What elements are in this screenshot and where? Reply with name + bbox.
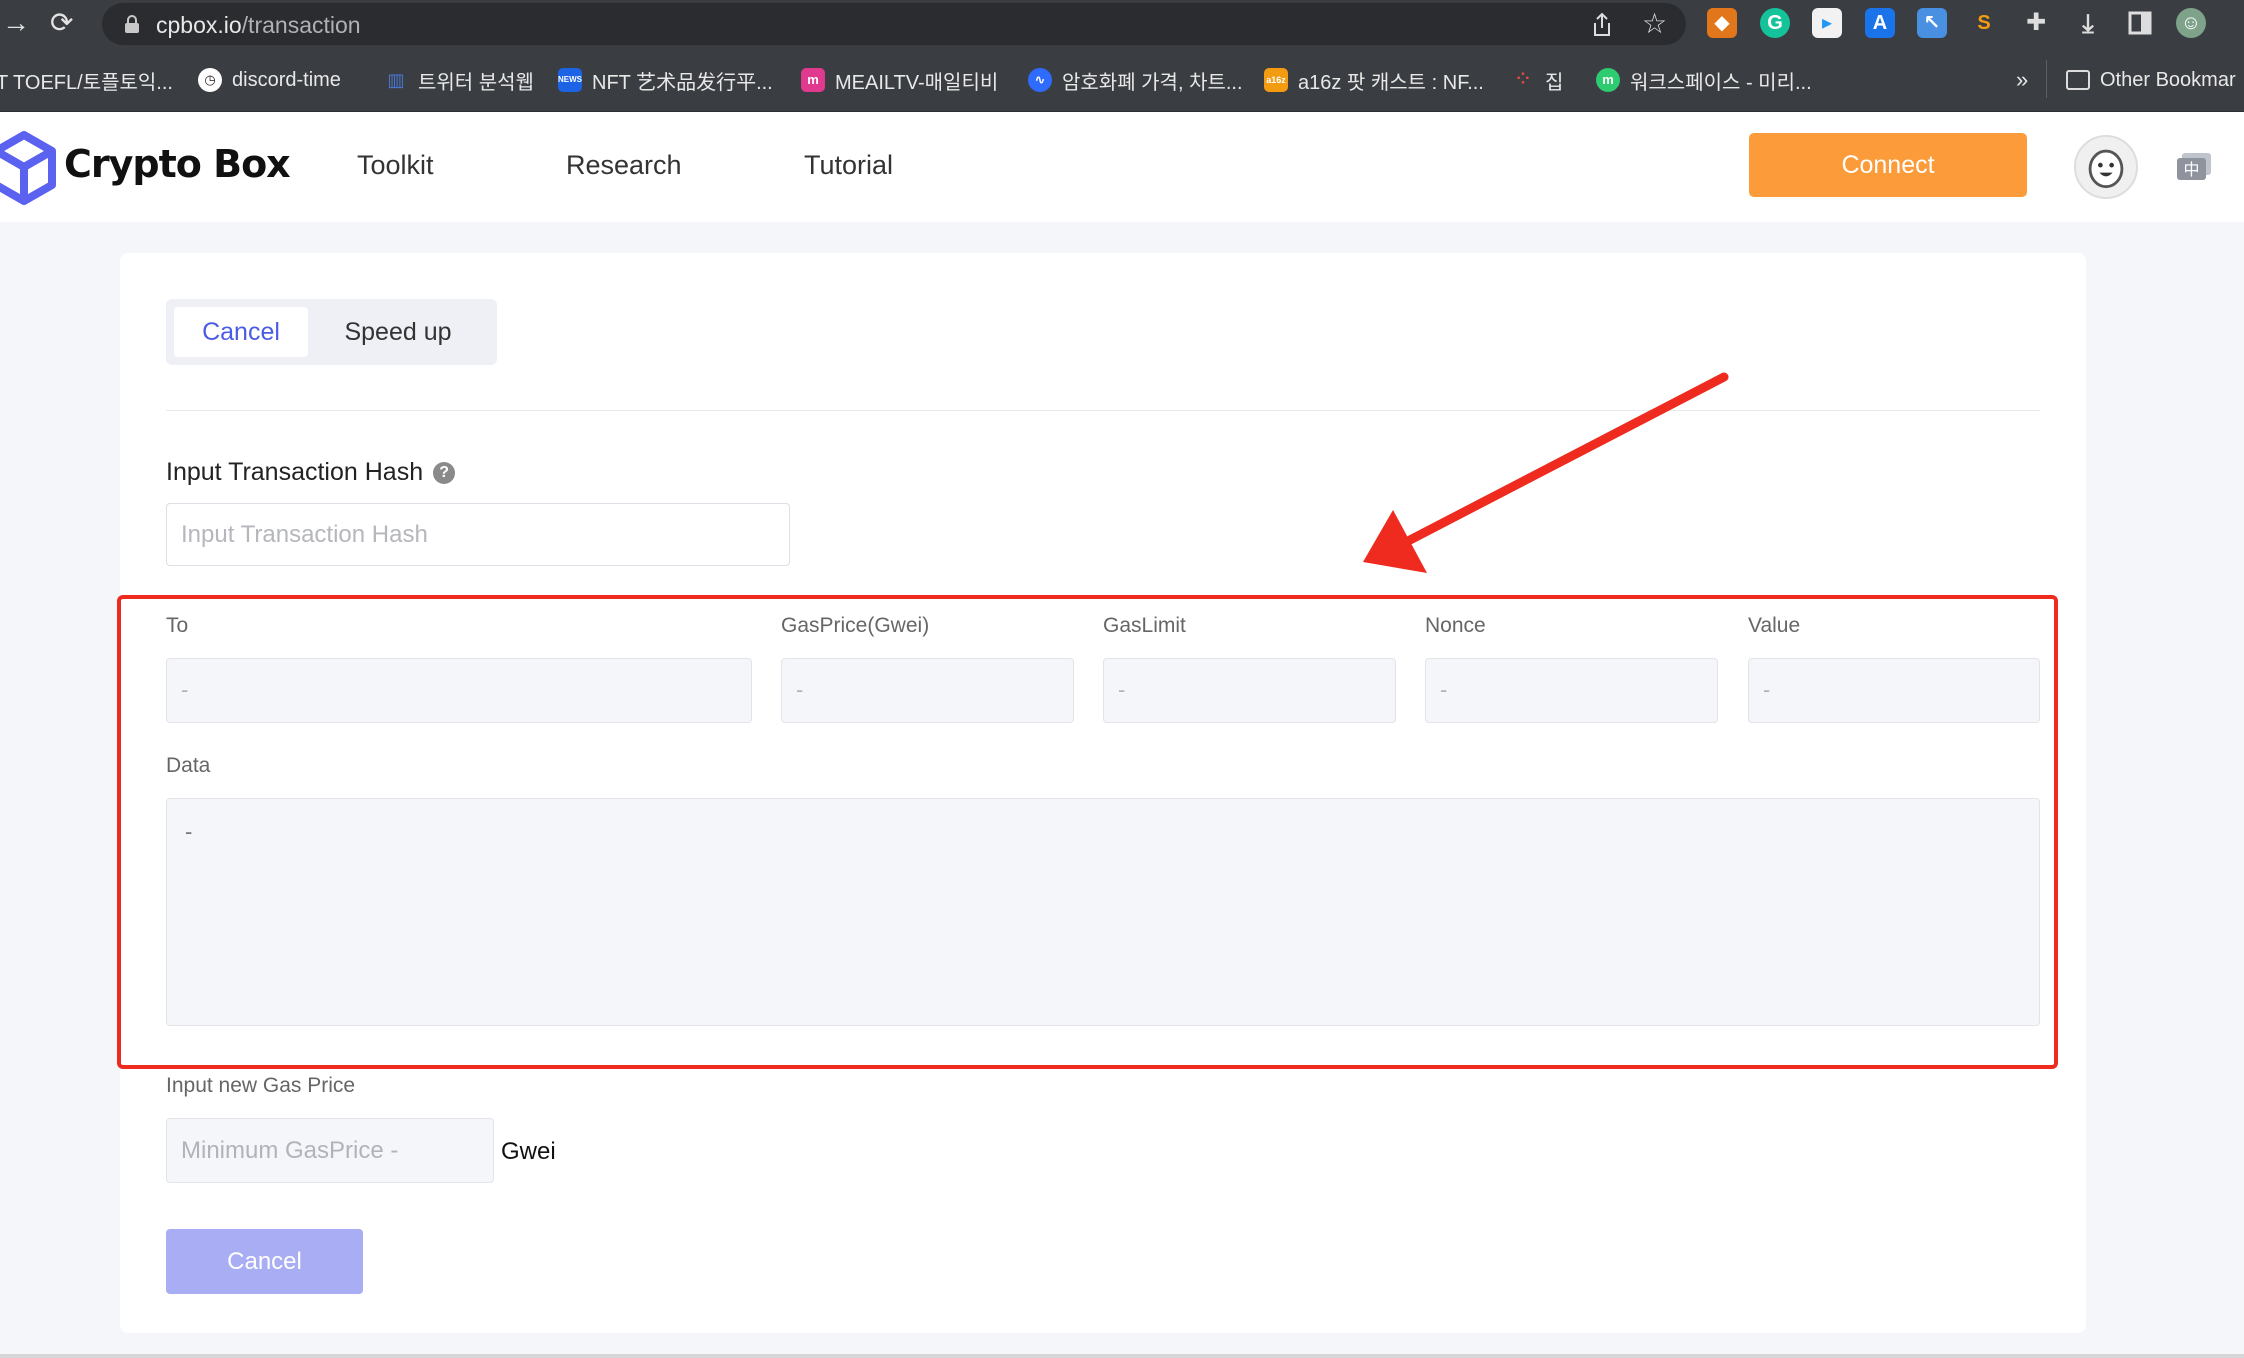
annotation-highlight-box: [117, 595, 2058, 1069]
language-switch-icon[interactable]: 中: [2176, 152, 2212, 182]
grammarly-icon[interactable]: G: [1760, 8, 1790, 38]
bar-chart-icon: ▥: [387, 70, 405, 90]
coinmarketcap-icon: ∿: [1028, 68, 1052, 92]
nav-toolkit[interactable]: Toolkit: [357, 150, 434, 181]
crypto-box-logo-icon[interactable]: [0, 131, 60, 205]
extension-icon[interactable]: ▸: [1812, 8, 1842, 38]
connect-button[interactable]: Connect: [1749, 133, 2027, 197]
folder-icon: [2066, 70, 2090, 90]
share-icon[interactable]: [1590, 12, 1614, 38]
translate-icon[interactable]: A: [1865, 8, 1895, 38]
transaction-hash-input[interactable]: [166, 503, 790, 566]
new-gas-price-input[interactable]: [166, 1118, 494, 1183]
download-icon[interactable]: ⤓: [2073, 8, 2103, 38]
section-divider: [166, 410, 2040, 411]
m-circle-icon: m: [1596, 68, 1620, 92]
bookmark-toefl[interactable]: T TOEFL/토플토익...: [0, 66, 173, 94]
svg-text:中: 中: [2183, 160, 2199, 179]
bookmark-twitter-analysis[interactable]: ▥ 트위터 분석웹: [384, 66, 533, 94]
tab-cancel[interactable]: Cancel: [174, 307, 308, 357]
puzzle-icon[interactable]: ✚: [2021, 8, 2051, 38]
cancel-submit-button[interactable]: Cancel: [166, 1229, 363, 1294]
clock-icon: ◷: [198, 68, 222, 92]
address-bar[interactable]: cpbox.io/transaction ☆: [102, 3, 1686, 45]
bookmark-home[interactable]: ⁘ 집: [1511, 66, 1563, 94]
bookmarks-overflow[interactable]: »: [2016, 66, 2028, 94]
news-icon: NEWS: [558, 68, 582, 92]
site-header: Crypto Box Toolkit Research Tutorial Con…: [0, 112, 2244, 222]
bookmark-workspace[interactable]: m 워크스페이스 - 미리...: [1596, 66, 1812, 94]
cursor-extension-icon[interactable]: ↖: [1917, 8, 1947, 38]
bookmark-meailtv[interactable]: m MEAILTV-매일티비: [801, 66, 998, 94]
new-gas-price-label: Input new Gas Price: [166, 1074, 356, 1097]
metamask-icon[interactable]: ◆: [1707, 8, 1737, 38]
page-bottom-edge: [0, 1354, 2244, 1358]
user-avatar[interactable]: [2074, 135, 2138, 199]
s-extension-icon[interactable]: S: [1969, 8, 1999, 38]
bookmark-discord-time[interactable]: ◷ discord-time: [198, 66, 341, 94]
nav-research[interactable]: Research: [566, 150, 682, 181]
mode-tabs: Cancel Speed up: [166, 299, 497, 365]
nav-tutorial[interactable]: Tutorial: [804, 150, 893, 181]
m-logo-icon: m: [801, 68, 825, 92]
hash-label: Input Transaction Hash?: [166, 458, 456, 487]
grid-dots-icon: ⁘: [1516, 71, 1530, 88]
a16z-icon: a16z: [1264, 68, 1288, 92]
bookmarks-divider: [2046, 60, 2047, 98]
side-panel-icon[interactable]: [2125, 8, 2155, 38]
gas-unit: Gwei: [501, 1138, 556, 1165]
forward-arrow-icon[interactable]: →: [2, 8, 30, 38]
lock-icon: [125, 15, 139, 33]
browser-toolbar: → ⟳ cpbox.io/transaction ☆ ◆ G ▸ A ↖ S ✚…: [0, 0, 2244, 46]
reload-icon[interactable]: ⟳: [50, 8, 73, 38]
bookmark-a16z-podcast[interactable]: a16z a16z 팟 캐스트 : NF...: [1264, 66, 1484, 94]
url-text: cpbox.io/transaction: [156, 12, 361, 38]
other-bookmarks[interactable]: Other Bookmar: [2066, 66, 2236, 94]
bookmark-nft[interactable]: NEWS NFT 艺术品发行平...: [558, 66, 773, 94]
star-bookmark-icon[interactable]: ☆: [1642, 7, 1667, 40]
tab-speed-up[interactable]: Speed up: [308, 307, 488, 357]
profile-avatar-icon[interactable]: ☺: [2176, 8, 2206, 38]
bookmarks-bar: T TOEFL/토플토익... ◷ discord-time ▥ 트위터 분석웹 N…: [0, 46, 2244, 112]
brand-name[interactable]: Crypto Box: [64, 142, 291, 186]
help-icon[interactable]: ?: [433, 461, 456, 484]
bookmark-crypto-prices[interactable]: ∿ 암호화폐 가격, 차트...: [1028, 66, 1243, 94]
